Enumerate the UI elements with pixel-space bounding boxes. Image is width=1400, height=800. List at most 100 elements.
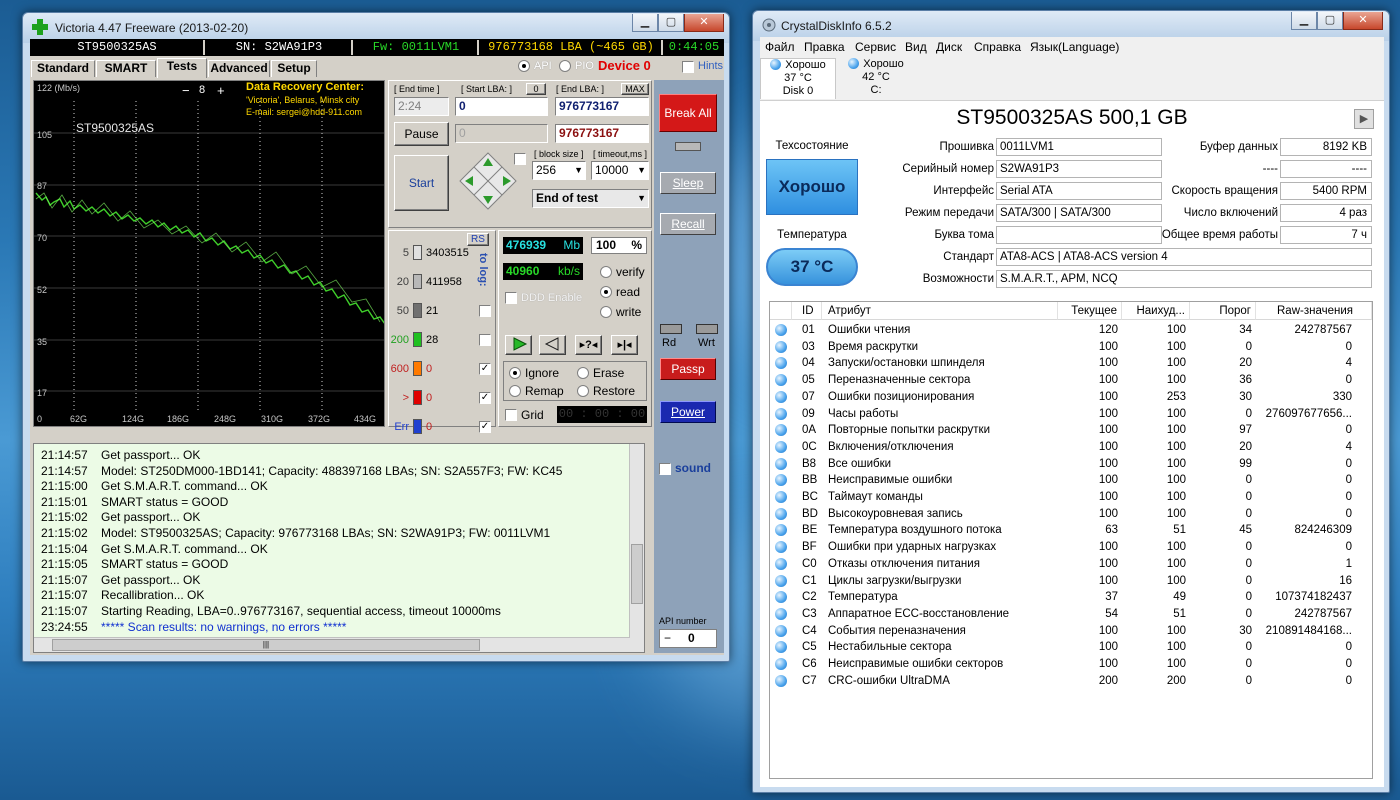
smart-row[interactable]: 09 Часы работы 100 100 0 276097677656... (770, 406, 1372, 423)
col-id[interactable]: ID (792, 302, 822, 320)
sound-checkbox[interactable] (659, 463, 671, 475)
dpad-checkbox[interactable] (514, 153, 526, 165)
col-worst[interactable]: Наихуд... (1122, 302, 1190, 320)
smart-row[interactable]: BC Таймаут команды 100 100 0 0 (770, 489, 1372, 506)
log-checkbox[interactable] (479, 305, 491, 317)
smart-row[interactable]: C1 Циклы загрузки/выгрузки 100 100 0 16 (770, 573, 1372, 590)
tab-tests[interactable]: Tests (157, 58, 207, 78)
smart-row[interactable]: 01 Ошибки чтения 120 100 34 242787567 (770, 322, 1372, 339)
start-lba-reset-button[interactable]: 0 (526, 83, 546, 95)
tab-advanced[interactable]: Advanced (208, 60, 270, 77)
smart-row[interactable]: 03 Время раскрутки 100 100 0 0 (770, 339, 1372, 356)
log-vscroll-thumb[interactable] (631, 544, 643, 604)
col-threshold[interactable]: Порог (1190, 302, 1256, 320)
minimize-button[interactable]: ▁ (1291, 12, 1317, 30)
sleep-button[interactable]: Sleep (660, 172, 716, 194)
y-tick-70: 70 (37, 233, 48, 243)
close-button[interactable]: ✕ (684, 14, 724, 32)
health-badge[interactable]: Хорошо (766, 159, 858, 215)
smart-row[interactable]: C6 Неисправимые ошибки секторов 100 100 0 0 (770, 656, 1372, 673)
col-raw-values[interactable]: Raw-значения (1256, 302, 1372, 320)
smart-row[interactable]: C2 Температура 37 49 0 107374182437 (770, 589, 1372, 606)
ignore-radio[interactable] (509, 367, 521, 379)
log-hscrollbar[interactable]: ||| (34, 637, 644, 652)
smart-row[interactable]: 0C Включения/отключения 100 100 20 4 (770, 439, 1372, 456)
smart-row[interactable]: 0A Повторные попытки раскрутки 100 100 97 0 (770, 422, 1372, 439)
smart-attributes-table[interactable]: ID Атрибут Текущее Наихуд... Порог Raw-з… (769, 301, 1373, 779)
smart-row[interactable]: BF Ошибки при ударных нагрузках 100 100 0 0 (770, 539, 1372, 556)
restore-radio[interactable] (577, 385, 589, 397)
recall-button[interactable]: Recall (660, 213, 716, 235)
menu-disk[interactable]: Диск (936, 40, 962, 54)
menu-view[interactable]: Вид (905, 40, 927, 54)
timeout-select[interactable]: 10000 ▼ (591, 161, 649, 180)
minimize-button[interactable]: ▁ (632, 14, 658, 32)
log-checkbox[interactable]: ✓ (479, 363, 491, 375)
attr-id: C5 (802, 641, 817, 654)
col-current[interactable]: Текущее (1058, 302, 1122, 320)
pio-radio[interactable] (559, 60, 571, 72)
tab-standard[interactable]: Standard (31, 60, 95, 77)
smart-row[interactable]: C7 CRC-ошибки UltraDMA 200 200 0 0 (770, 673, 1372, 690)
read-radio[interactable] (600, 286, 612, 298)
api-number-field[interactable]: − 0 (659, 629, 717, 648)
end-of-test-select[interactable]: End of test ▼ (532, 189, 649, 208)
close-button[interactable]: ✕ (1343, 12, 1383, 30)
log-hscroll-thumb[interactable]: ||| (52, 639, 480, 651)
log-vscrollbar[interactable] (629, 444, 644, 638)
api-number-minus[interactable]: − (664, 630, 671, 647)
smart-row[interactable]: BE Температура воздушного потока 63 51 45 824… (770, 522, 1372, 539)
menu-edit[interactable]: Правка (804, 40, 845, 54)
next-disk-button[interactable]: ▶ (1354, 109, 1374, 129)
skip-end-button[interactable]: ▸|◂ (611, 335, 638, 355)
tab-smart[interactable]: SMART (96, 60, 156, 77)
erase-radio[interactable] (577, 367, 589, 379)
maximize-button[interactable]: ▢ (658, 14, 684, 32)
disk-c-tab[interactable]: Хорошо 42 °C C: (838, 58, 914, 99)
menu-file[interactable]: Файл (765, 40, 795, 54)
grid-checkbox[interactable] (505, 409, 517, 421)
direction-pad[interactable] (459, 152, 517, 210)
maximize-button[interactable]: ▢ (1317, 12, 1343, 30)
verify-radio[interactable] (600, 266, 612, 278)
menu-help[interactable]: Справка (974, 40, 1021, 54)
back-button[interactable] (539, 335, 566, 355)
tab-setup[interactable]: Setup (271, 60, 317, 77)
pause-button[interactable]: Pause (394, 122, 449, 146)
log-checkbox[interactable]: ✓ (479, 421, 491, 433)
end-time-field[interactable]: 2:24 (394, 97, 449, 116)
power-button[interactable]: Power (660, 401, 716, 423)
write-radio[interactable] (600, 306, 612, 318)
end-lba-field[interactable]: 976773167 (555, 97, 649, 116)
smart-row[interactable]: 07 Ошибки позиционирования 100 253 30 330 (770, 389, 1372, 406)
log-checkbox[interactable] (479, 334, 491, 346)
break-all-button[interactable]: Break All (659, 94, 717, 132)
remap-radio[interactable] (509, 385, 521, 397)
menu-service[interactable]: Сервис (855, 40, 896, 54)
smart-row[interactable]: C3 Аппаратное ECC-восстановление 54 51 0 2427… (770, 606, 1372, 623)
seek-button[interactable]: ▸?◂ (575, 335, 602, 355)
block-size-select[interactable]: 256 ▼ (532, 161, 586, 180)
smart-row[interactable]: 05 Переназначенные сектора 100 100 36 0 (770, 372, 1372, 389)
play-button[interactable] (505, 335, 532, 355)
api-radio[interactable] (518, 60, 530, 72)
disk-0-tab[interactable]: Хорошо 37 °C Disk 0 (760, 58, 836, 99)
ddd-enable-checkbox[interactable] (505, 292, 517, 304)
smart-row[interactable]: B8 Все ошибки 100 100 99 0 (770, 456, 1372, 473)
passp-button[interactable]: Passp (660, 358, 716, 380)
smart-row[interactable]: C0 Отказы отключения питания 100 100 0 1 (770, 556, 1372, 573)
hints-checkbox[interactable] (682, 61, 694, 73)
event-log[interactable]: 21:14:57 Get passport... OK 21:14:57 Model:… (33, 443, 645, 653)
smart-row[interactable]: BB Неисправимые ошибки 100 100 0 0 (770, 472, 1372, 489)
smart-row[interactable]: C5 Нестабильные сектора 100 100 0 0 (770, 639, 1372, 656)
start-button[interactable]: Start (394, 155, 449, 211)
attr-name: Температура (828, 591, 898, 604)
menu-language[interactable]: Язык(Language) (1030, 40, 1119, 54)
end-lba-max-button[interactable]: MAX (621, 83, 649, 95)
col-attribute[interactable]: Атрибут (822, 302, 1058, 320)
start-lba-field[interactable]: 0 (455, 97, 548, 116)
log-checkbox[interactable]: ✓ (479, 392, 491, 404)
smart-row[interactable]: BD Высокоуровневая запись 100 100 0 0 (770, 506, 1372, 523)
smart-row[interactable]: C4 События переназначения 100 100 30 21089148… (770, 623, 1372, 640)
smart-row[interactable]: 04 Запуски/остановки шпинделя 100 100 20 4 (770, 355, 1372, 372)
